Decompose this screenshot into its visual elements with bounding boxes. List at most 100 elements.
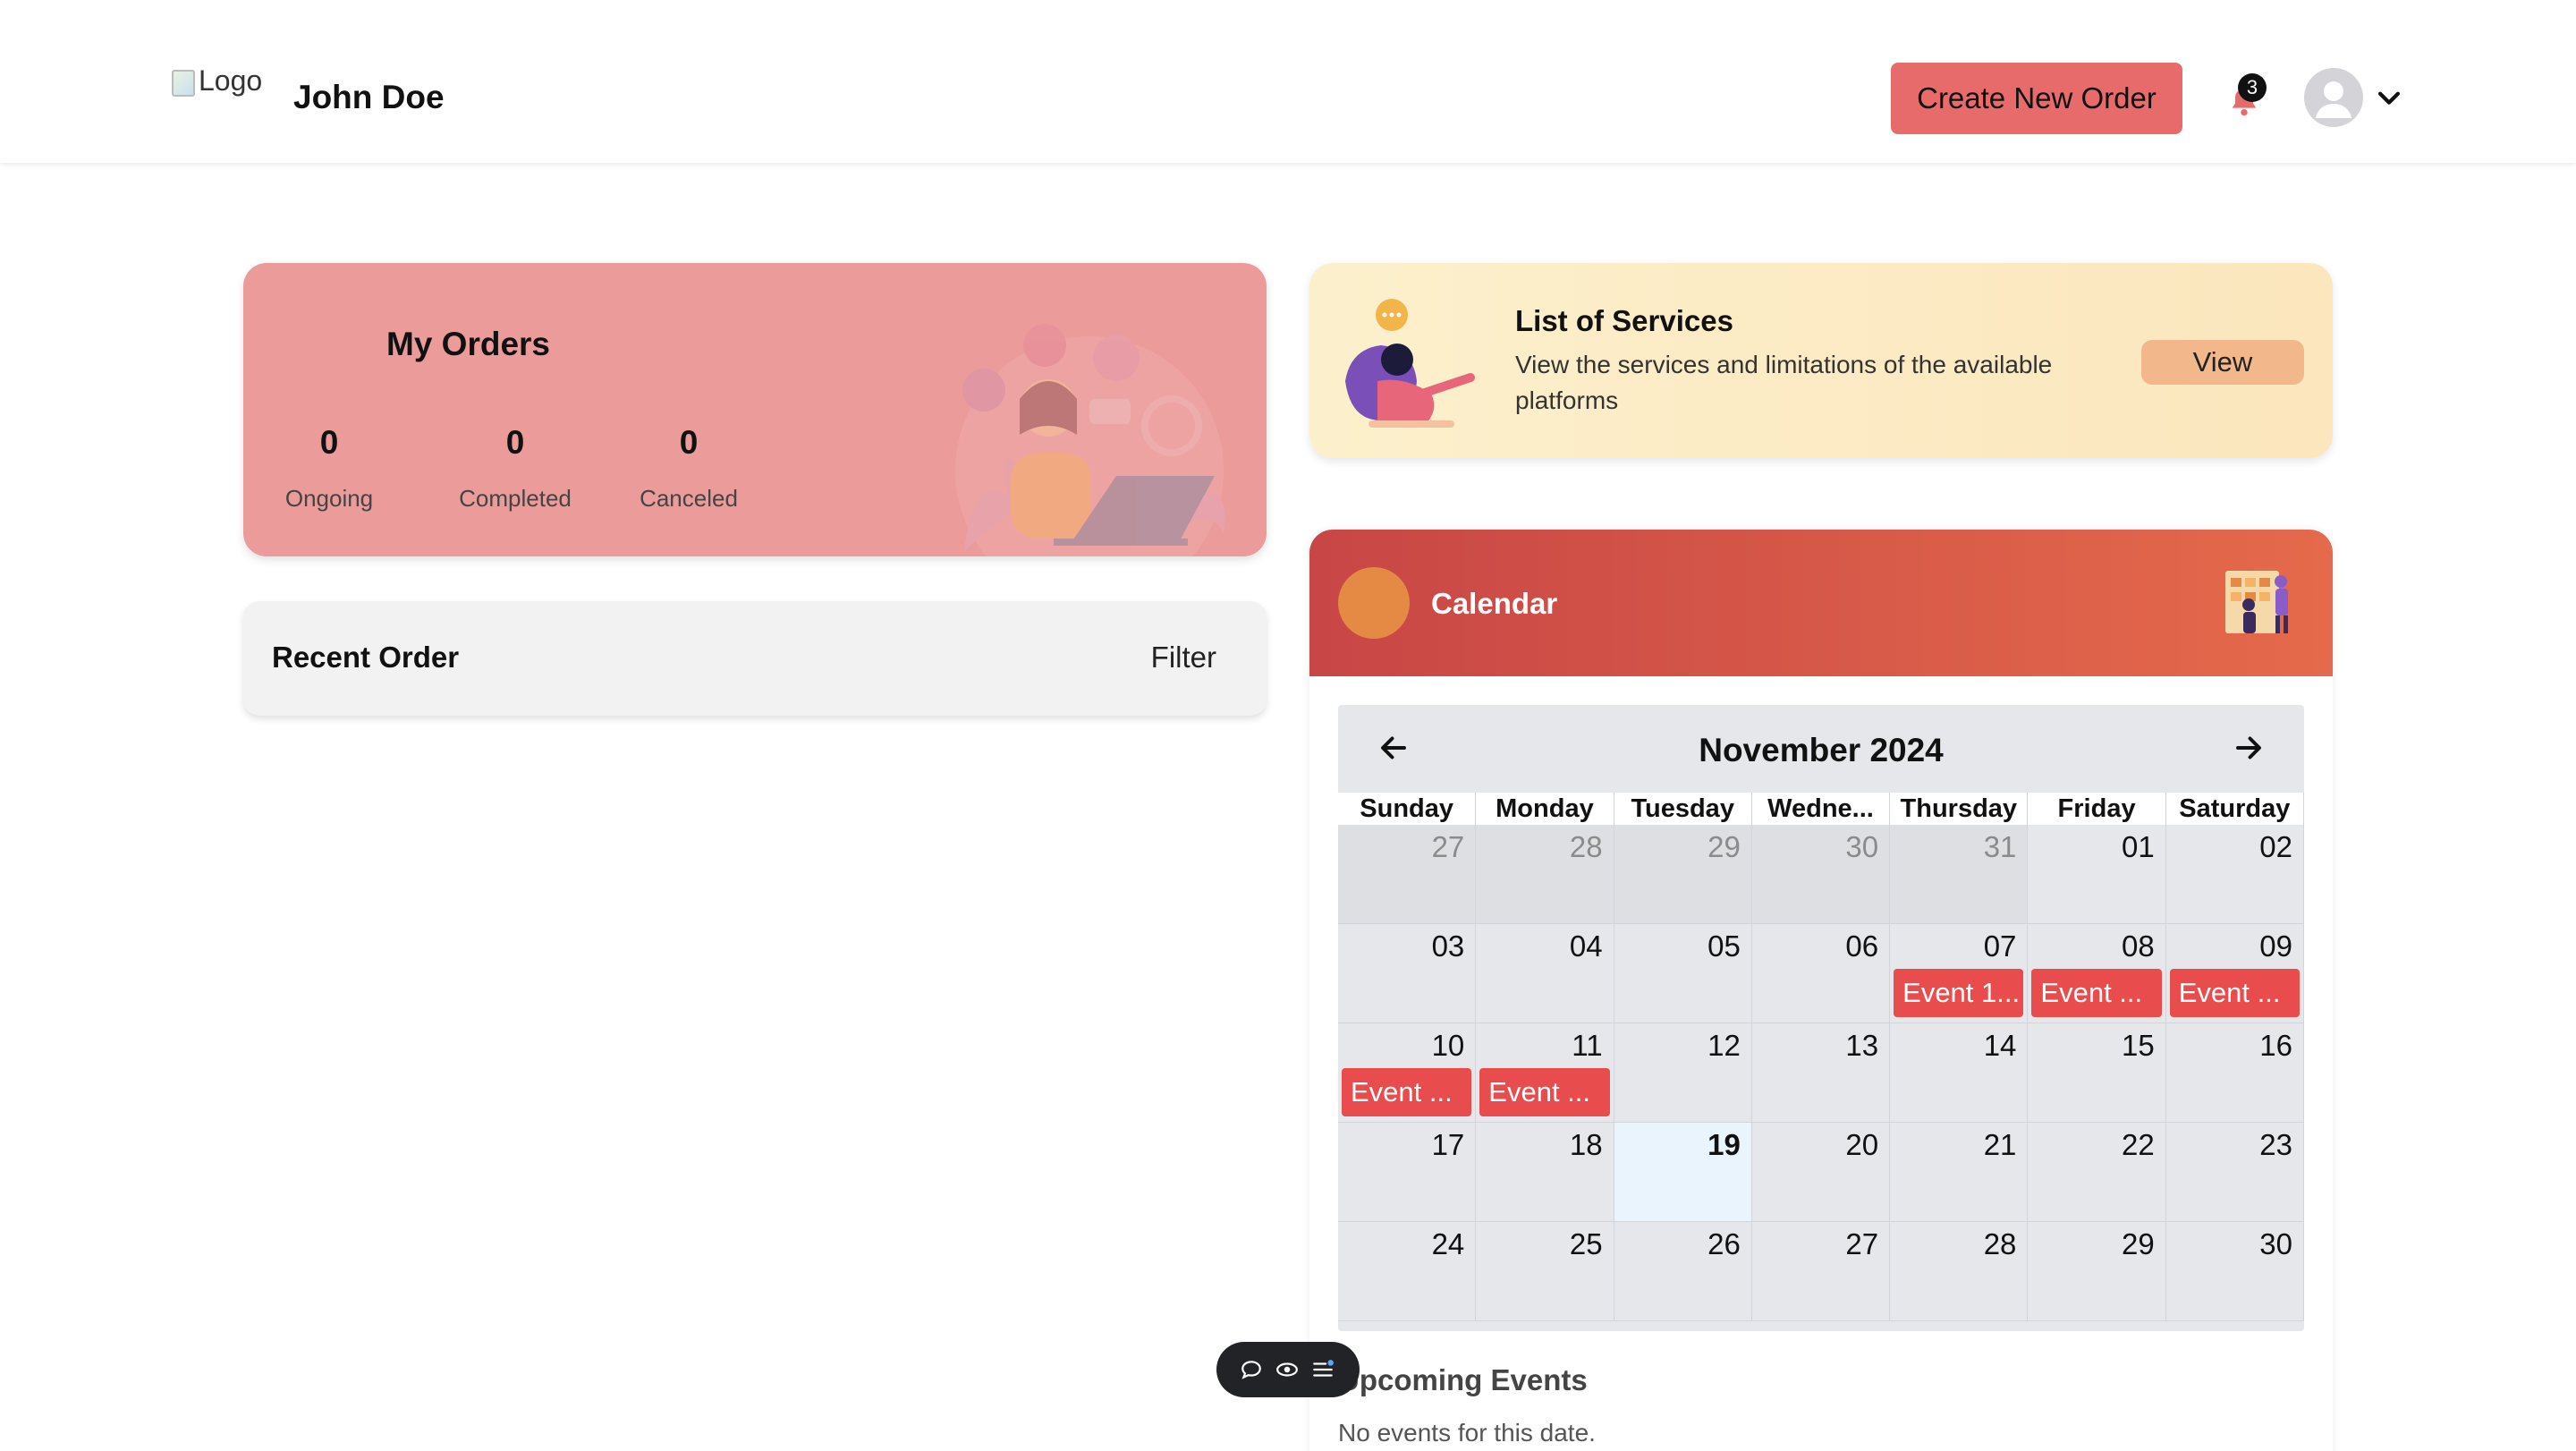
calendar-day[interactable]: 27 <box>1338 825 1477 924</box>
day-number: 25 <box>1569 1227 1603 1260</box>
view-services-button[interactable]: View <box>2141 340 2304 385</box>
day-number: 30 <box>1845 830 1879 863</box>
weekday-label: Tuesday <box>1614 793 1752 825</box>
calendar-day[interactable]: 30 <box>1751 825 1891 924</box>
avatar[interactable] <box>2304 68 2363 127</box>
calendar-day[interactable]: 20 <box>1751 1123 1891 1222</box>
calendar-day[interactable]: 01 <box>2028 825 2166 924</box>
weekday-label: Sunday <box>1338 793 1477 825</box>
weekday-label: Thursday <box>1890 793 2029 825</box>
day-number: 16 <box>2259 1029 2292 1062</box>
calendar-day[interactable]: 09 Event ... <box>2165 924 2304 1023</box>
logo[interactable]: Logo <box>172 64 262 98</box>
calendar-day[interactable]: 26 <box>1614 1222 1752 1321</box>
floating-toolbar <box>1216 1342 1360 1397</box>
stat-completed-value: 0 <box>505 424 525 461</box>
calendar-day[interactable]: 07 Event 1... <box>1890 924 2029 1023</box>
calendar-day[interactable]: 15 <box>2028 1023 2166 1123</box>
calendar-day[interactable]: 10 Event ... <box>1338 1023 1477 1123</box>
recent-order-title: Recent Order <box>272 641 460 674</box>
stat-completed: 0 Completed <box>444 424 587 513</box>
day-number: 21 <box>1983 1128 2017 1161</box>
calendar-day[interactable]: 28 <box>1890 1222 2029 1321</box>
event-chip[interactable]: Event 1... <box>1894 969 2024 1017</box>
weekday-label: Saturday <box>2166 793 2304 825</box>
calendar-illustration <box>2225 571 2288 633</box>
day-number: 15 <box>2121 1029 2155 1062</box>
weekday-label: Monday <box>1476 793 1614 825</box>
create-new-order-button[interactable]: Create New Order <box>1891 63 2182 134</box>
day-number: 22 <box>2121 1128 2155 1161</box>
calendar-day[interactable]: 17 <box>1338 1123 1477 1222</box>
calendar-day[interactable]: 29 <box>2028 1222 2166 1321</box>
upcoming-events-title: Upcoming Events <box>1338 1363 1588 1396</box>
calendar-day[interactable]: 02 <box>2165 825 2304 924</box>
event-chip[interactable]: Event ... <box>2169 969 2300 1017</box>
eye-icon[interactable] <box>1275 1358 1299 1381</box>
calendar-day[interactable]: 24 <box>1338 1222 1477 1321</box>
calendar-card: Calendar November 2024 Sunday Monday Tue… <box>1309 530 2333 1451</box>
day-number: 26 <box>1707 1227 1741 1260</box>
calendar-day[interactable]: 23 <box>2165 1123 2304 1222</box>
day-number: 04 <box>1569 929 1603 963</box>
calendar-day[interactable]: 08 Event ... <box>2028 924 2166 1023</box>
calendar-day[interactable]: 21 <box>1890 1123 2029 1222</box>
username: John Doe <box>293 79 445 115</box>
day-number: 17 <box>1431 1128 1465 1161</box>
calendar-day[interactable]: 18 <box>1476 1123 1614 1222</box>
day-number: 19 <box>1707 1128 1741 1161</box>
calendar-day[interactable]: 27 <box>1751 1222 1891 1321</box>
day-number: 01 <box>2121 830 2155 863</box>
event-chip[interactable]: Event ... <box>1479 1068 1610 1116</box>
weekday-label: Friday <box>2028 793 2166 825</box>
day-number: 09 <box>2259 929 2292 963</box>
calendar-day-today[interactable]: 19 <box>1614 1123 1752 1222</box>
calendar-day[interactable]: 12 <box>1614 1023 1752 1123</box>
event-chip[interactable]: Event ... <box>2031 969 2162 1017</box>
calendar-day[interactable]: 31 <box>1890 825 2029 924</box>
calendar-day[interactable]: 28 <box>1476 825 1614 924</box>
calendar-day[interactable]: 29 <box>1614 825 1752 924</box>
stat-completed-label: Completed <box>459 485 572 512</box>
calendar-day[interactable]: 04 <box>1476 924 1614 1023</box>
calendar-day[interactable]: 14 <box>1890 1023 2029 1123</box>
day-number: 11 <box>1572 1029 1603 1062</box>
arrow-right-icon[interactable] <box>2233 732 2265 764</box>
filter-button[interactable]: Filter <box>1151 641 1216 675</box>
chevron-down-icon[interactable] <box>2374 82 2404 113</box>
day-number: 28 <box>1569 830 1603 863</box>
day-number: 18 <box>1569 1128 1603 1161</box>
calendar-day[interactable]: 30 <box>2165 1222 2304 1321</box>
calendar-day[interactable]: 11 Event ... <box>1476 1023 1614 1123</box>
orders-title: My Orders <box>386 326 551 362</box>
services-illustration <box>1345 299 1475 428</box>
calendar-header: Calendar <box>1309 530 2333 676</box>
event-chip[interactable]: Event ... <box>1342 1068 1472 1116</box>
stat-ongoing: 0 Ongoing <box>284 424 374 513</box>
broken-image-icon <box>172 69 195 97</box>
services-description: View the services and limitations of the… <box>1515 351 2053 414</box>
calendar-circle-icon <box>1338 567 1410 639</box>
calendar-day[interactable]: 22 <box>2028 1123 2166 1222</box>
list-icon[interactable] <box>1311 1358 1335 1381</box>
customer-support-illustration <box>955 324 1225 556</box>
day-number: 03 <box>1431 929 1465 963</box>
day-number: 13 <box>1845 1029 1879 1062</box>
calendar-day[interactable]: 05 <box>1614 924 1752 1023</box>
weekday-label: Wedne... <box>1752 793 1891 825</box>
day-number: 12 <box>1707 1029 1741 1062</box>
recent-order-card: Recent Order Filter <box>243 601 1267 716</box>
calendar-day[interactable]: 03 <box>1338 924 1477 1023</box>
calendar-day[interactable]: 25 <box>1476 1222 1614 1321</box>
day-number: 07 <box>1983 929 2017 963</box>
stat-canceled-label: Canceled <box>640 485 738 512</box>
calendar-day[interactable]: 13 <box>1751 1023 1891 1123</box>
top-header: Logo John Doe Create New Order 3 <box>0 0 2576 163</box>
comment-icon[interactable] <box>1240 1358 1263 1381</box>
calendar-day[interactable]: 16 <box>2165 1023 2304 1123</box>
day-number: 05 <box>1707 929 1741 963</box>
month-label: November 2024 <box>1699 732 1944 768</box>
stat-ongoing-value: 0 <box>319 424 339 461</box>
calendar-day[interactable]: 06 <box>1751 924 1891 1023</box>
calendar-title: Calendar <box>1431 587 1558 620</box>
